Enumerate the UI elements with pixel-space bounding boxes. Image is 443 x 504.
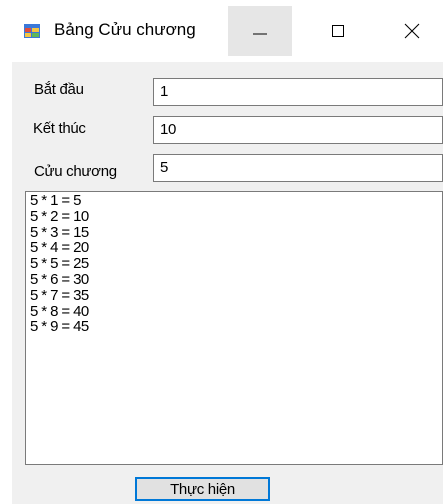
- start-input[interactable]: 1: [153, 78, 443, 106]
- form-client-area: Bắt đầu 1 Kết thúc 10 Cửu chương 5 5 * 1…: [12, 62, 443, 504]
- table-label: Cửu chương: [34, 163, 117, 180]
- title-bar[interactable]: Bảng Cửu chương: [0, 0, 443, 62]
- start-label: Bắt đầu: [34, 81, 84, 98]
- output-line: 5 * 8 = 40: [30, 302, 89, 320]
- window-title: Bảng Cửu chương: [54, 20, 196, 39]
- close-button[interactable]: [380, 6, 443, 56]
- output-line: 5 * 6 = 30: [30, 270, 89, 288]
- end-label: Kết thúc: [33, 120, 86, 137]
- end-input[interactable]: 10: [153, 116, 443, 144]
- maximize-icon: [332, 25, 344, 37]
- output-line: 5 * 7 = 35: [30, 286, 89, 304]
- output-line: 5 * 5 = 25: [30, 255, 89, 273]
- output-line: 5 * 3 = 15: [30, 223, 89, 241]
- output-listbox[interactable]: 5 * 1 = 5 5 * 2 = 10 5 * 3 = 15 5 * 4 = …: [25, 191, 443, 465]
- output-line: 5 * 1 = 5: [30, 192, 82, 209]
- run-button[interactable]: Thực hiện: [135, 477, 270, 501]
- minimize-button[interactable]: [228, 6, 292, 56]
- maximize-button[interactable]: [306, 6, 370, 56]
- form-app-icon: [24, 24, 40, 38]
- output-line: 5 * 9 = 45: [30, 318, 89, 336]
- output-line: 5 * 2 = 10: [30, 207, 89, 225]
- output-line: 5 * 4 = 20: [30, 239, 89, 257]
- table-input[interactable]: 5: [153, 154, 443, 182]
- minimize-icon: [253, 33, 267, 35]
- close-icon: [404, 23, 420, 39]
